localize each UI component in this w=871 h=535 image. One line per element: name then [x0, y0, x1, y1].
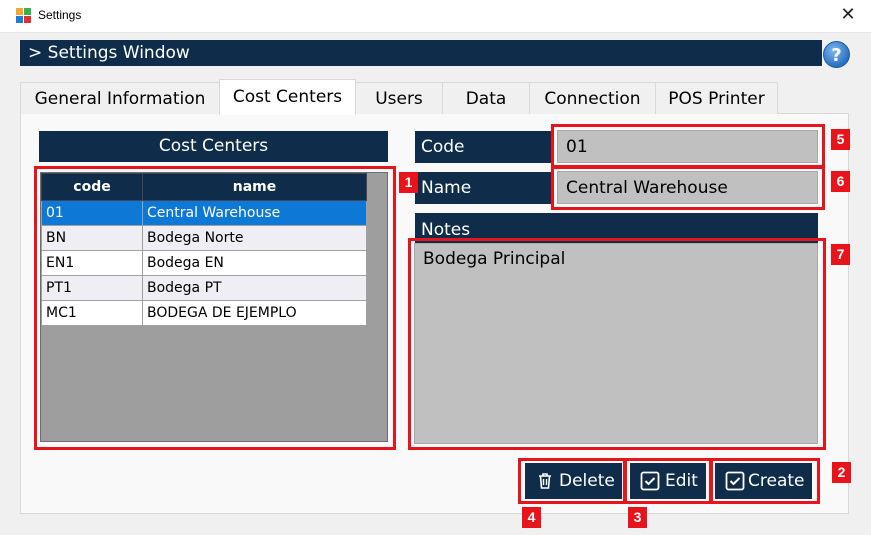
edit-button[interactable]: Edit [630, 463, 706, 499]
name-field[interactable]: Central Warehouse [557, 171, 818, 204]
tab-cost-centers[interactable]: Cost Centers [219, 79, 356, 115]
cell-name: Bodega Norte [142, 225, 367, 251]
cell-code: EN1 [41, 250, 143, 276]
settings-header: > Settings Window [20, 40, 822, 66]
delete-button[interactable]: Delete [525, 463, 622, 499]
help-icon[interactable]: ? [823, 41, 850, 68]
cost-centers-table: code name 01 Central Warehouse BN Bodega… [41, 173, 367, 326]
title-bar: Settings ✕ [0, 0, 871, 32]
cost-centers-list-title: Cost Centers [39, 131, 388, 162]
cell-code: PT1 [41, 275, 143, 301]
cell-name: Bodega PT [142, 275, 367, 301]
column-header-code[interactable]: code [41, 173, 143, 201]
table-row[interactable]: PT1 Bodega PT [41, 275, 367, 301]
annotation-badge-5: 5 [831, 129, 850, 150]
tab-general-information[interactable]: General Information [20, 82, 220, 114]
notes-label: Notes [415, 213, 818, 243]
annotation-badge-7: 7 [831, 244, 850, 265]
window-title: Settings [38, 8, 82, 22]
cell-name: BODEGA DE EJEMPLO [142, 300, 367, 326]
tab-connection[interactable]: Connection [529, 82, 656, 114]
tab-pos-printer[interactable]: POS Printer [655, 82, 778, 114]
name-label: Name [415, 172, 552, 204]
table-row[interactable]: MC1 BODEGA DE EJEMPLO [41, 300, 367, 326]
cell-code: MC1 [41, 300, 143, 326]
create-button[interactable]: Create [715, 463, 812, 499]
table-row[interactable]: BN Bodega Norte [41, 225, 367, 251]
cell-name: Bodega EN [142, 250, 367, 276]
cell-code: 01 [41, 200, 143, 226]
table-row[interactable]: EN1 Bodega EN [41, 250, 367, 276]
checkbox-icon [640, 471, 660, 491]
tab-users[interactable]: Users [355, 82, 443, 114]
table-row[interactable]: 01 Central Warehouse [41, 200, 367, 226]
checkbox-icon [725, 471, 745, 491]
annotation-badge-1: 1 [399, 172, 418, 193]
trash-icon [539, 473, 551, 489]
cost-centers-grid[interactable]: code name 01 Central Warehouse BN Bodega… [40, 172, 388, 442]
tab-data[interactable]: Data [442, 82, 530, 114]
delete-button-label: Delete [559, 471, 615, 491]
app-logo-icon [16, 8, 32, 24]
close-button[interactable]: ✕ [834, 4, 862, 28]
code-field[interactable]: 01 [557, 130, 818, 163]
annotation-badge-2: 2 [832, 462, 851, 483]
annotation-badge-6: 6 [831, 171, 850, 192]
code-label: Code [415, 131, 552, 163]
cell-name: Central Warehouse [142, 200, 367, 226]
create-button-label: Create [748, 471, 805, 491]
notes-textarea[interactable]: Bodega Principal [414, 243, 818, 444]
edit-button-label: Edit [665, 471, 698, 491]
annotation-badge-3: 3 [628, 507, 647, 528]
column-header-name[interactable]: name [142, 173, 367, 201]
annotation-badge-4: 4 [522, 507, 541, 528]
cell-code: BN [41, 225, 143, 251]
